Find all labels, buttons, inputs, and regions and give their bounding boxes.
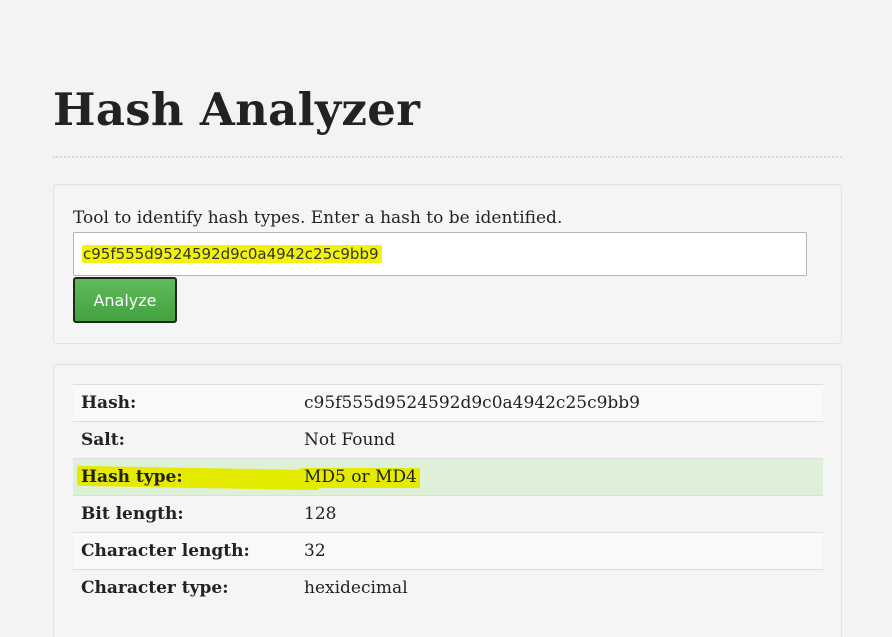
table-row-character-length: Character length: 32	[73, 532, 823, 570]
row-label: Salt:	[73, 421, 296, 459]
row-label: Hash type:	[73, 458, 296, 496]
page-title: Hash Analyzer	[53, 83, 421, 136]
row-value: MD5 or MD4	[296, 458, 823, 496]
row-value: c95f555d9524592d9c0a4942c25c9bb9	[296, 384, 823, 422]
row-value: 128	[296, 495, 823, 533]
hash-input[interactable]: c95f555d9524592d9c0a4942c25c9bb9	[73, 232, 807, 276]
results-table: Hash: c95f555d9524592d9c0a4942c25c9bb9 S…	[73, 384, 823, 606]
row-value: Not Found	[296, 421, 823, 459]
row-label: Character type:	[73, 569, 296, 606]
row-label: Hash:	[73, 384, 296, 422]
page: Hash Analyzer Tool to identify hash type…	[0, 0, 892, 637]
hash-input-value: c95f555d9524592d9c0a4942c25c9bb9	[82, 245, 382, 263]
hash-type-value-highlight: MD5 or MD4	[300, 467, 420, 488]
row-label: Character length:	[73, 532, 296, 570]
instructions-text: Tool to identify hash types. Enter a has…	[73, 208, 563, 228]
results-panel: Hash: c95f555d9524592d9c0a4942c25c9bb9 S…	[53, 364, 842, 637]
table-row-hash: Hash: c95f555d9524592d9c0a4942c25c9bb9	[73, 384, 823, 422]
table-row-hash-type: Hash type: MD5 or MD4	[73, 458, 823, 496]
row-value: hexidecimal	[296, 569, 823, 606]
table-row-character-type: Character type: hexidecimal	[73, 569, 823, 606]
row-label: Bit length:	[73, 495, 296, 533]
hash-form-panel: Tool to identify hash types. Enter a has…	[53, 184, 842, 344]
title-divider	[53, 156, 842, 158]
analyze-button[interactable]: Analyze	[73, 277, 177, 323]
table-row-salt: Salt: Not Found	[73, 421, 823, 459]
row-value: 32	[296, 532, 823, 570]
table-row-bit-length: Bit length: 128	[73, 495, 823, 533]
hash-type-label-highlight: Hash type:	[81, 467, 183, 487]
